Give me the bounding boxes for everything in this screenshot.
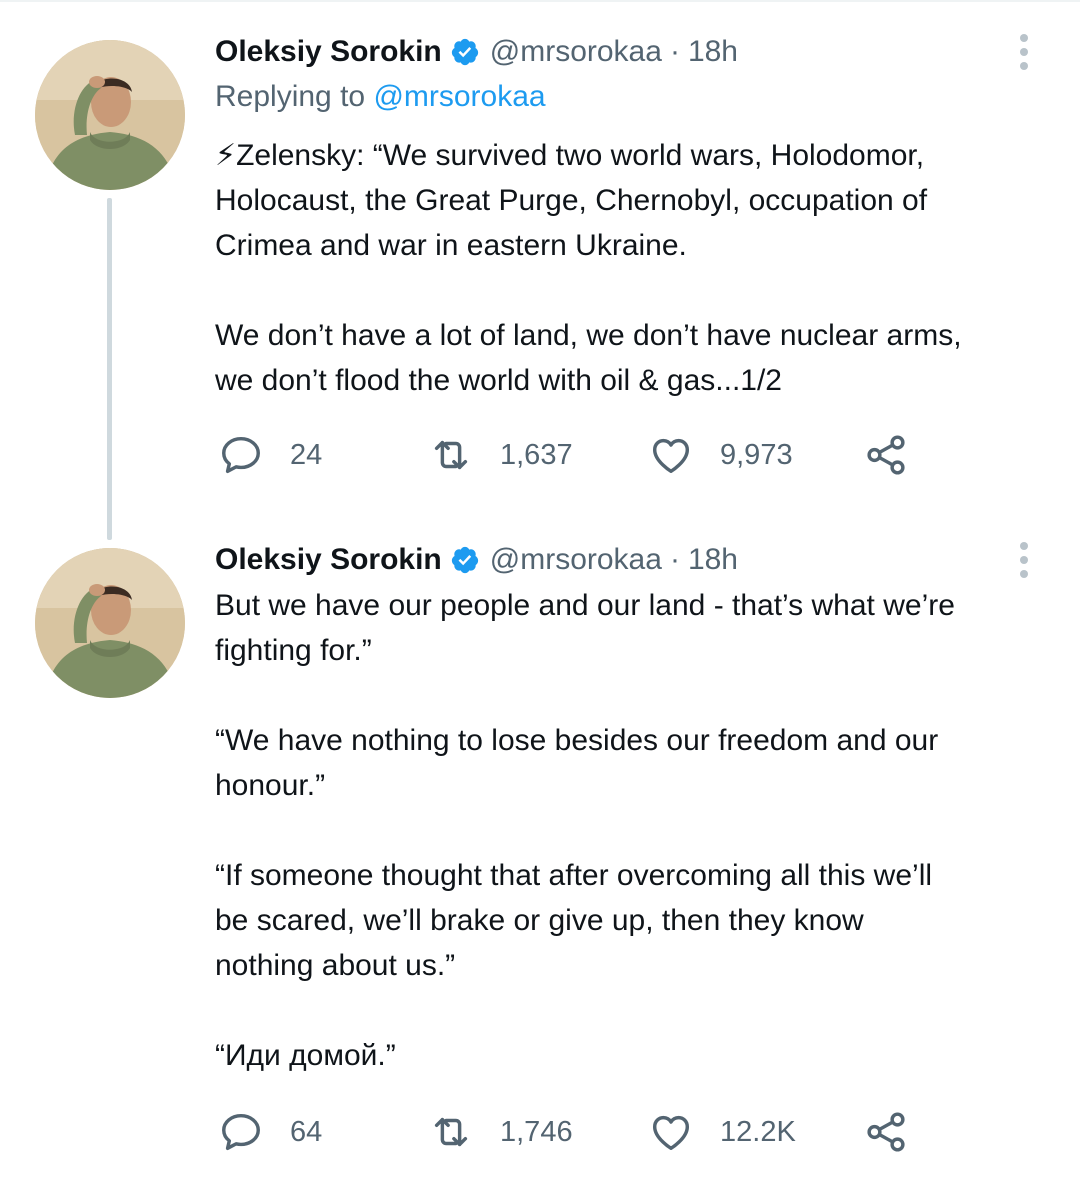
tweet-line: nothing about us.” [215, 949, 456, 982]
reply-icon [222, 436, 260, 474]
like-button[interactable]: 12.2K [648, 1107, 796, 1157]
retweet-icon [434, 440, 468, 470]
retweet-button[interactable]: 1,637 [428, 430, 573, 480]
tweet-paragraph: “Иди домой.” [215, 1033, 1055, 1078]
tweet-paragraph: But we have our people and our land - th… [215, 583, 1055, 673]
display-name[interactable]: Oleksiy Sorokin [215, 543, 442, 577]
reply-button[interactable]: 24 [218, 430, 322, 480]
retweet-button[interactable]: 1,746 [428, 1107, 573, 1157]
avatar[interactable] [35, 548, 185, 698]
reply-count: 64 [290, 1115, 323, 1148]
reply-icon [222, 1113, 260, 1151]
tweet-line: Holocaust, the Great Purge, Chernobyl, o… [215, 184, 928, 217]
retweet-count: 1,637 [500, 438, 573, 471]
reply-count: 24 [290, 438, 323, 471]
reply-button[interactable]: 64 [218, 1107, 322, 1157]
tweet-line: fighting for.” [215, 634, 372, 667]
tweet-line: We don’t have a lot of land, we don’t ha… [215, 319, 962, 352]
user-handle[interactable]: @mrsorokaa [490, 543, 662, 577]
avatar[interactable] [35, 40, 185, 190]
tweet-line: we don’t flood the world with oil & gas.… [215, 364, 782, 397]
tweet-line: Crimea and war in eastern Ukraine. [215, 229, 687, 262]
tweet-line: “If someone thought that after overcomin… [215, 859, 933, 892]
tweet[interactable]: Oleksiy Sorokin @mrsorokaa · 18h Replyin… [0, 0, 1080, 510]
tweet-text: But we have our people and our land - th… [215, 583, 1055, 1078]
share-button[interactable] [863, 1107, 909, 1157]
tweet-paragraph: “We have nothing to lose besides our fre… [215, 718, 1055, 808]
tweet-line: honour.” [215, 769, 326, 802]
verified-badge-icon [450, 545, 480, 575]
separator-dot: · [669, 35, 680, 68]
user-handle[interactable]: @mrsorokaa [490, 35, 662, 69]
replying-mention-link[interactable]: @mrsorokaa [373, 80, 545, 113]
more-options-icon[interactable] [1010, 30, 1038, 74]
timestamp[interactable]: 18h [688, 35, 738, 69]
verified-badge-icon [450, 37, 480, 67]
tweet-line: be scared, we’ll brake or give up, then … [215, 904, 864, 937]
tweet[interactable]: Oleksiy Sorokin @mrsorokaa · 18h But we … [0, 510, 1080, 1200]
heart-icon [652, 1115, 690, 1151]
like-button[interactable]: 9,973 [648, 430, 793, 480]
timestamp[interactable]: 18h [688, 543, 738, 577]
more-options-icon[interactable] [1010, 538, 1038, 582]
tweet-header: Oleksiy Sorokin @mrsorokaa · 18h [215, 540, 738, 580]
tweet-line: “We have nothing to lose besides our fre… [215, 724, 939, 757]
tweet-header: Oleksiy Sorokin @mrsorokaa · 18h [215, 32, 738, 72]
tweet-line: “Иди домой.” [215, 1039, 396, 1072]
replying-to: Replying to @mrsorokaa [215, 80, 546, 114]
share-icon [867, 435, 905, 475]
tweet-paragraph: ⚡Zelensky: “We survived two world wars, … [215, 133, 1055, 268]
heart-icon [652, 438, 690, 474]
replying-prefix: Replying to [215, 80, 366, 113]
like-count: 9,973 [720, 438, 793, 471]
display-name[interactable]: Oleksiy Sorokin [215, 35, 442, 69]
separator-dot: · [669, 543, 680, 576]
retweet-icon [434, 1117, 468, 1147]
tweet-text: ⚡Zelensky: “We survived two world wars, … [215, 133, 1055, 403]
share-icon [867, 1112, 905, 1152]
tweet-line: But we have our people and our land - th… [215, 589, 955, 622]
tweet-line: ⚡Zelensky: “We survived two world wars, … [215, 139, 925, 172]
retweet-count: 1,746 [500, 1115, 573, 1148]
tweet-actions: 24 1,637 9,973 [218, 430, 938, 480]
tweet-paragraph: “If someone thought that after overcomin… [215, 853, 1055, 988]
tweet-paragraph: We don’t have a lot of land, we don’t ha… [215, 313, 1055, 403]
tweet-actions: 64 1,746 12.2K [218, 1107, 938, 1157]
like-count: 12.2K [720, 1115, 796, 1148]
share-button[interactable] [863, 430, 909, 480]
